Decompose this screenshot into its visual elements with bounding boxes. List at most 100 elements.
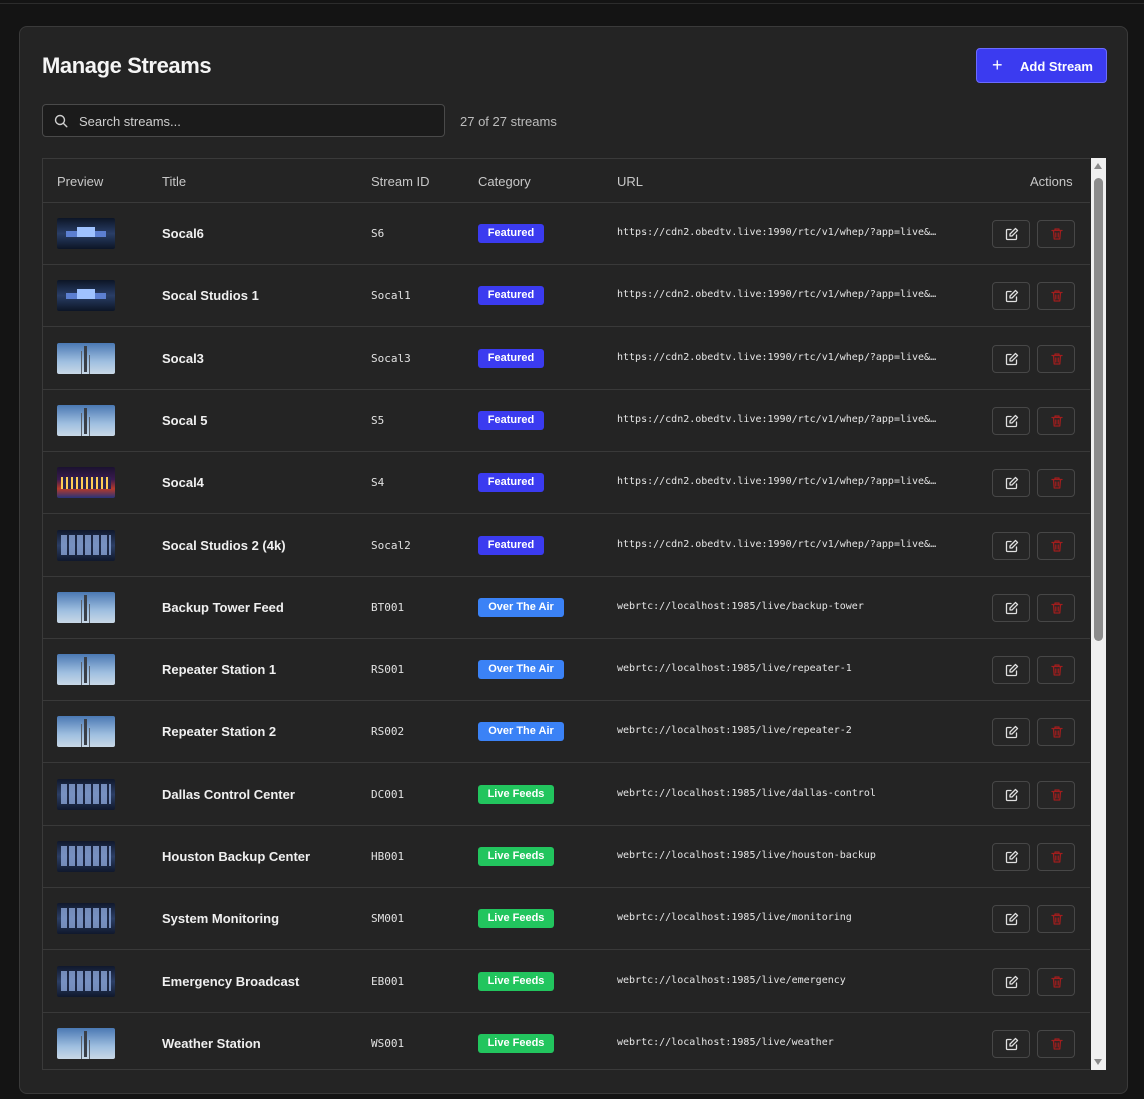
trash-icon (1051, 664, 1063, 676)
delete-stream-button[interactable] (1037, 843, 1075, 871)
category-badge: Live Feeds (478, 909, 554, 929)
stream-preview-thumbnail (57, 654, 115, 686)
edit-stream-button[interactable] (992, 593, 1030, 622)
stream-preview-thumbnail (57, 529, 115, 561)
delete-stream-button[interactable] (1037, 593, 1075, 622)
table-row: Socal4 S4 Featured https://cdn2.obedtv.live… (43, 452, 1090, 515)
delete-stream-button[interactable] (1037, 469, 1075, 498)
category-badge: Live Feeds (478, 847, 554, 866)
search-input[interactable] (79, 111, 429, 131)
edit-stream-button[interactable] (992, 220, 1030, 248)
stream-title: Weather Station (162, 1035, 261, 1051)
scroll-down-arrow-icon[interactable] (1094, 1059, 1102, 1065)
category-badge: Over The Air (478, 660, 564, 680)
stream-id: Socal1 (371, 289, 411, 303)
category-badge: Featured (478, 535, 544, 555)
trash-icon (1051, 1038, 1063, 1050)
edit-stream-button[interactable] (992, 469, 1030, 498)
stream-id: Socal2 (371, 538, 411, 552)
category-badge: Over The Air (478, 597, 564, 617)
category-badge: Featured (478, 473, 544, 493)
edit-stream-button[interactable] (992, 406, 1030, 435)
edit-icon (1005, 477, 1019, 490)
delete-stream-button[interactable] (1037, 967, 1075, 996)
edit-stream-button[interactable] (992, 344, 1030, 373)
column-stream-id: Stream ID (371, 174, 430, 189)
stream-url: webrtc://localhost:1985/live/backup-towe… (617, 600, 864, 612)
edit-icon (1005, 1037, 1019, 1051)
table-scrollbar[interactable] (1091, 158, 1106, 1070)
stream-title: Repeater Station 1 (162, 662, 277, 678)
edit-stream-button[interactable] (992, 282, 1030, 311)
edit-icon (1005, 601, 1019, 614)
table-row: Socal3 Socal3 Featured https://cdn2.obedtv.… (43, 328, 1090, 390)
column-actions: Actions (1030, 174, 1073, 189)
table-row: System Monitoring SM001 Live Feeds webrtc:/… (43, 888, 1090, 951)
scrollbar-thumb[interactable] (1094, 178, 1103, 641)
table-row: Socal 5 S5 Featured https://cdn2.obedtv.liv… (43, 390, 1090, 452)
stream-url: webrtc://localhost:1985/live/weather (617, 1036, 834, 1048)
table-row: Socal Studios 2 (4k) Socal2 Featured https:… (43, 515, 1090, 577)
table-row: Backup Tower Feed BT001 Over The Air webrtc… (43, 577, 1090, 639)
delete-stream-button[interactable] (1037, 406, 1075, 435)
stream-url: webrtc://localhost:1985/live/houston-bac… (617, 850, 876, 861)
edit-stream-button[interactable] (992, 656, 1030, 685)
trash-icon (1051, 789, 1063, 801)
stream-title: Houston Backup Center (162, 849, 311, 864)
stream-title: Emergency Broadcast (162, 973, 300, 989)
stream-id: HB001 (371, 850, 405, 863)
edit-icon (1005, 539, 1019, 552)
stream-preview-thumbnail (57, 342, 115, 374)
stream-preview-thumbnail (57, 1027, 115, 1059)
stream-url: webrtc://localhost:1985/live/emergency (617, 974, 846, 986)
search-icon (54, 114, 68, 128)
category-badge: Featured (478, 410, 544, 430)
delete-stream-button[interactable] (1037, 905, 1075, 934)
scroll-up-arrow-icon[interactable] (1094, 163, 1102, 169)
stream-id: Socal3 (371, 351, 411, 365)
column-preview: Preview (57, 174, 104, 189)
trash-icon (1051, 726, 1063, 739)
add-stream-button[interactable]: + Add Stream (976, 48, 1107, 83)
stream-title: Backup Tower Feed (162, 599, 284, 615)
edit-stream-button[interactable] (992, 1029, 1030, 1058)
stream-title: Socal6 (162, 226, 204, 241)
stream-id: S4 (371, 476, 385, 490)
stream-preview-thumbnail (57, 218, 115, 249)
delete-stream-button[interactable] (1037, 344, 1075, 373)
edit-icon (1005, 975, 1019, 988)
trash-icon (1051, 228, 1063, 240)
edit-stream-button[interactable] (992, 967, 1030, 996)
stream-preview-thumbnail (57, 591, 115, 623)
edit-stream-button[interactable] (992, 531, 1030, 560)
edit-stream-button[interactable] (992, 780, 1030, 809)
delete-stream-button[interactable] (1037, 282, 1075, 311)
table-row: Weather Station WS001 Live Feeds webrtc://l… (43, 1013, 1090, 1069)
edit-stream-button[interactable] (992, 718, 1030, 747)
edit-stream-button[interactable] (992, 843, 1030, 871)
edit-icon (1005, 663, 1019, 677)
delete-stream-button[interactable] (1037, 220, 1075, 248)
edit-stream-button[interactable] (992, 905, 1030, 934)
stream-id: RS002 (371, 725, 405, 739)
delete-stream-button[interactable] (1037, 780, 1075, 809)
trash-icon (1051, 602, 1063, 614)
delete-stream-button[interactable] (1037, 656, 1075, 685)
edit-icon (1005, 850, 1019, 864)
stream-url: https://cdn2.obedtv.live:1990/rtc/v1/whe… (617, 476, 941, 488)
delete-stream-button[interactable] (1037, 718, 1075, 747)
search-box[interactable] (42, 104, 445, 137)
stream-title: Socal 5 (162, 412, 208, 428)
table-header: Preview Title Stream ID Category URL Act… (43, 159, 1090, 203)
stream-preview-thumbnail (57, 965, 115, 997)
stream-id: DC001 (371, 787, 405, 801)
delete-stream-button[interactable] (1037, 1029, 1075, 1058)
table-row: Socal6 S6 Featured https://cdn2.obedtv.live… (43, 203, 1090, 265)
edit-icon (1005, 290, 1019, 303)
stream-url: webrtc://localhost:1985/live/dallas-cont… (617, 787, 876, 799)
delete-stream-button[interactable] (1037, 531, 1075, 560)
stream-url: https://cdn2.obedtv.live:1990/rtc/v1/whe… (617, 289, 941, 301)
trash-icon (1051, 913, 1063, 925)
stream-preview-thumbnail (57, 404, 115, 436)
edit-icon (1005, 414, 1019, 428)
